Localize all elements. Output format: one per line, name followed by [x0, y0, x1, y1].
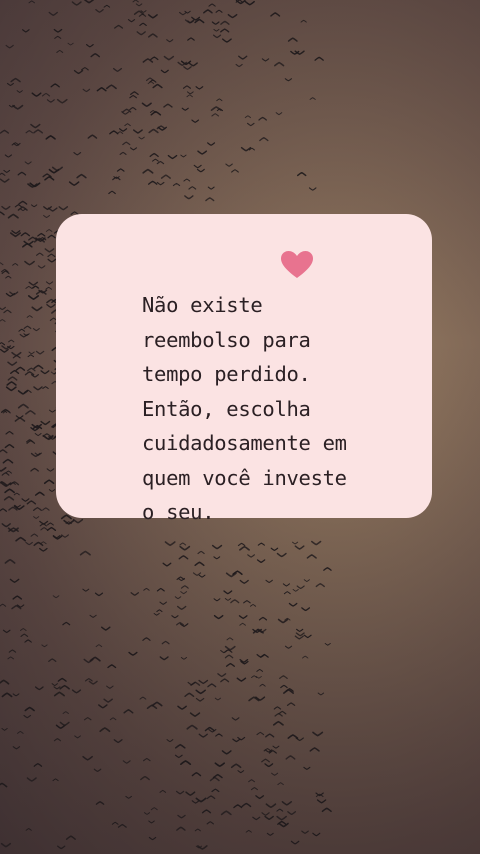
quote-card: Não existe reembolso para tempo perdido.… [56, 214, 432, 524]
heart-icon [281, 251, 313, 278]
quote-text: Não existe reembolso para tempo perdido.… [142, 293, 347, 524]
